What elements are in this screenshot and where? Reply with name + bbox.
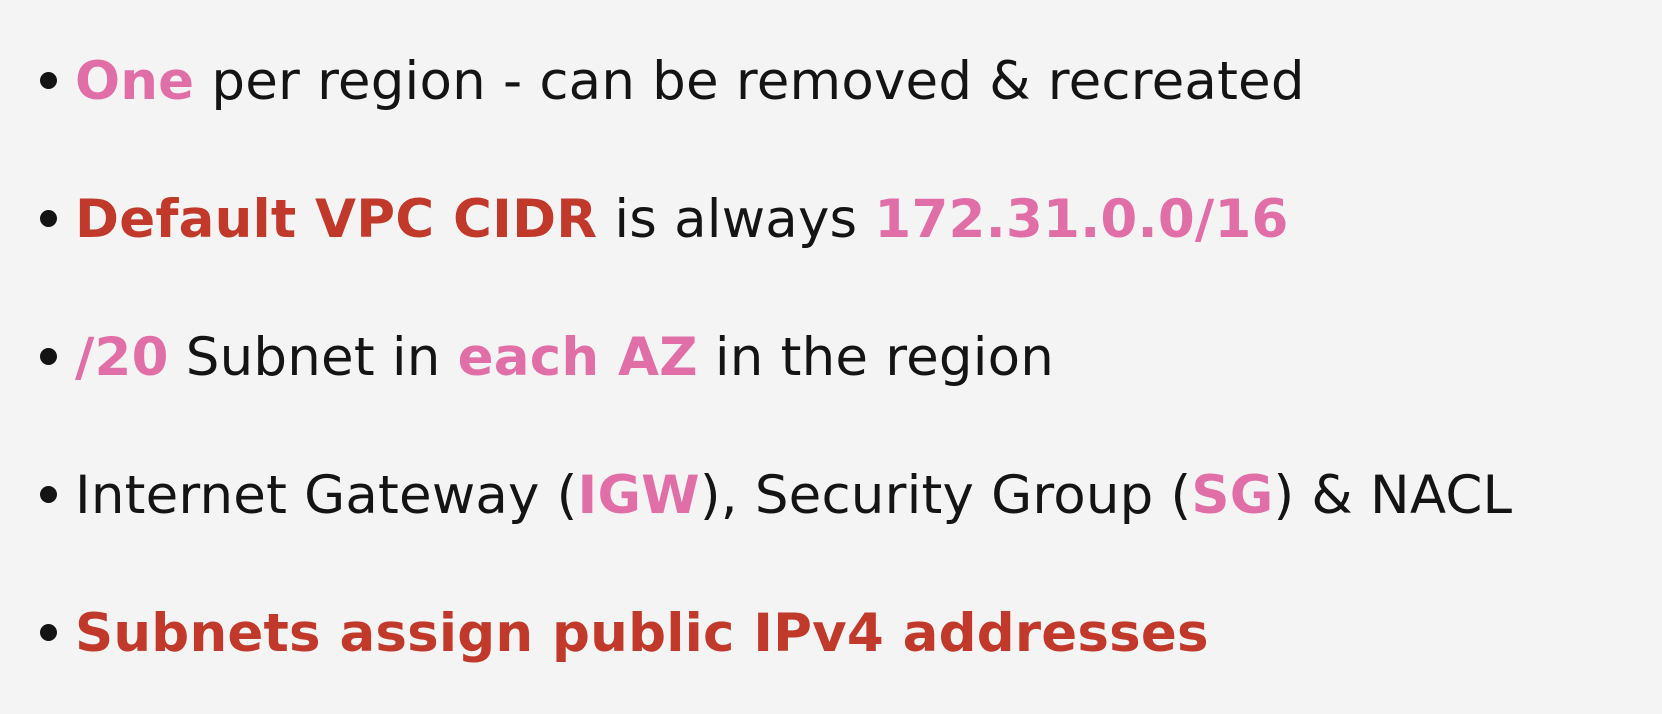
bullet-item-default-cidr: Default VPC CIDR is always 172.31.0.0/16 [40,185,1289,255]
highlight-slash-20: /20 [75,327,169,388]
bullet-item-public-ipv4: Subnets assign public IPv4 addresses [40,599,1209,669]
highlight-default-vpc-cidr: Default VPC CIDR [75,189,598,250]
text-security-group: ), Security Group ( [699,465,1192,526]
bullet-dot-icon [40,209,57,227]
highlight-each-az: each AZ [457,327,698,388]
bullet-dot-icon [40,623,57,641]
bullet-item-one-per-region: One per region - can be removed & recrea… [40,47,1305,117]
highlight-igw: IGW [577,465,700,526]
slide: One per region - can be removed & recrea… [0,0,1662,714]
highlight-one: One [75,51,195,112]
bullet-item-igw-sg-nacl: Internet Gateway (IGW), Security Group (… [40,461,1512,531]
highlight-sg: SG [1191,465,1274,526]
bullet-dot-icon [40,71,57,89]
bullet-item-subnet-each-az: /20 Subnet in each AZ in the region [40,323,1054,393]
text-per-region: per region - can be removed & recreated [194,51,1305,112]
highlight-subnets-assign-ipv4: Subnets assign public IPv4 addresses [75,603,1209,664]
bullet-dot-icon [40,347,57,365]
text-subnet-in: Subnet in [168,327,458,388]
text-nacl: ) & NACL [1273,465,1513,526]
text-is-always: is always [597,189,875,250]
bullet-dot-icon [40,485,57,503]
text-in-the-region: in the region [697,327,1055,388]
text-internet-gateway: Internet Gateway ( [75,465,578,526]
highlight-cidr-value: 172.31.0.0/16 [874,189,1289,250]
